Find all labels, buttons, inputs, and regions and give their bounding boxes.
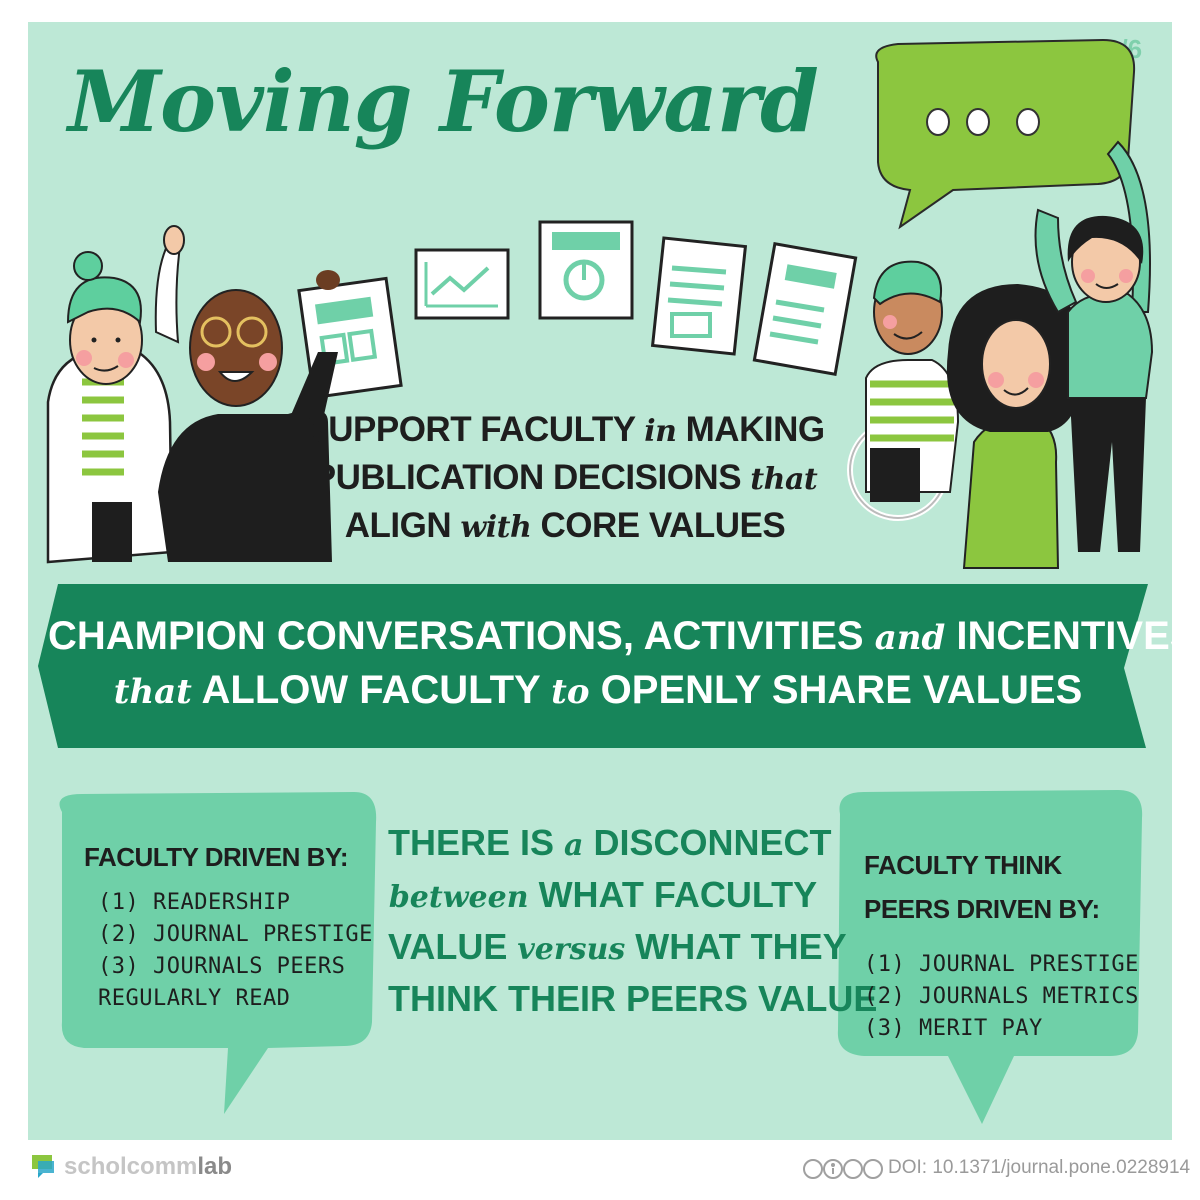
disconnect-line1-b: a: [564, 828, 584, 863]
disconnect-line3-a: VALUE: [388, 926, 508, 967]
speech-bubble-icon: [875, 38, 1136, 230]
left-bubble-heading: FACULTY DRIVEN BY:: [84, 842, 349, 872]
infographic-panel: 6/6 Moving Forward: [28, 22, 1172, 1140]
support-line3-a: ALIGN: [344, 506, 452, 545]
right-bubble-heading: FACULTY THINK: [864, 850, 1062, 880]
report-document-icon: [752, 242, 858, 376]
support-line2-b: that: [750, 462, 818, 497]
support-line1-c: MAKING: [685, 410, 825, 449]
support-line3-b: with: [460, 510, 532, 545]
banner-statement: CHAMPION CONVERSATIONS, ACTIVITIES and I…: [48, 600, 1172, 740]
left-bubble-item: (2) JOURNAL PRESTIGE: [98, 922, 373, 947]
banner-line2-d: OPENLY SHARE VALUES: [600, 668, 1083, 712]
disconnect-line1-a: THERE IS: [388, 822, 555, 863]
disconnect-line2-b: WHAT FACULTY: [538, 874, 818, 915]
left-bubble-item: REGULARLY READ: [98, 986, 291, 1011]
disconnect-line2-a: between: [388, 880, 529, 915]
doi-text: DOI: 10.1371/journal.pone.0228914: [888, 1157, 1191, 1178]
disconnect-line3-b: versus: [517, 932, 626, 967]
disconnect-statement: THERE IS a DISCONNECT between WHAT FACUL…: [388, 822, 878, 1032]
support-line1-b: in: [644, 414, 677, 449]
banner-line1-a: CHAMPION CONVERSATIONS, ACTIVITIES: [48, 614, 864, 658]
logo-text-a: scholcomm: [64, 1153, 198, 1180]
banner-line1-c: INCENTIVES: [956, 614, 1172, 658]
right-bubble-heading: PEERS DRIVEN BY:: [864, 894, 1100, 924]
support-line3-c: CORE VALUES: [540, 506, 786, 545]
banner-line2-c: to: [551, 672, 590, 712]
disconnect-line4: THINK THEIR PEERS VALUE: [388, 978, 878, 1019]
banner-line1-b: and: [874, 618, 946, 658]
right-bubble-item: (2) JOURNALS METRICS: [864, 984, 1139, 1009]
scholcommlab-logo-icon: [32, 1155, 54, 1178]
right-bubble-content: FACULTY THINK PEERS DRIVEN BY: (1) JOURN…: [836, 798, 1139, 1041]
pie-chart-document-icon: [538, 220, 634, 320]
right-bubble-item: (1) JOURNAL PRESTIGE: [864, 952, 1139, 977]
left-bubble-content: FACULTY DRIVEN BY: (1) READERSHIP (2) JO…: [64, 804, 384, 1034]
disconnect-line1-c: DISCONNECT: [593, 822, 832, 863]
support-line1-a: SUPPORT FACULTY: [305, 410, 635, 449]
scholcommlab-logo[interactable]: scholcommlab: [64, 1153, 232, 1181]
support-line2-a: PUBLICATION DECISIONS: [312, 458, 742, 497]
person-curly-hair-illustration: [946, 284, 1080, 569]
line-chart-icon: [414, 248, 510, 320]
logo-text-b: lab: [197, 1153, 233, 1180]
left-bubble-item: (1) READERSHIP: [98, 890, 291, 915]
support-statement: SUPPORT FACULTY in MAKING PUBLICATION DE…: [300, 410, 830, 560]
left-bubble-item: (3) JOURNALS PEERS: [98, 954, 346, 979]
disconnect-line3-c: WHAT THEY: [635, 926, 847, 967]
person-wheelchair-illustration: [847, 260, 960, 521]
right-bubble-item: (3) MERIT PAY: [864, 1016, 1043, 1041]
cc-license-icon: [803, 1159, 883, 1179]
banner-line2-b: ALLOW FACULTY: [201, 668, 541, 712]
text-document-icon: [650, 236, 748, 356]
banner-line2-a: that: [113, 672, 192, 712]
